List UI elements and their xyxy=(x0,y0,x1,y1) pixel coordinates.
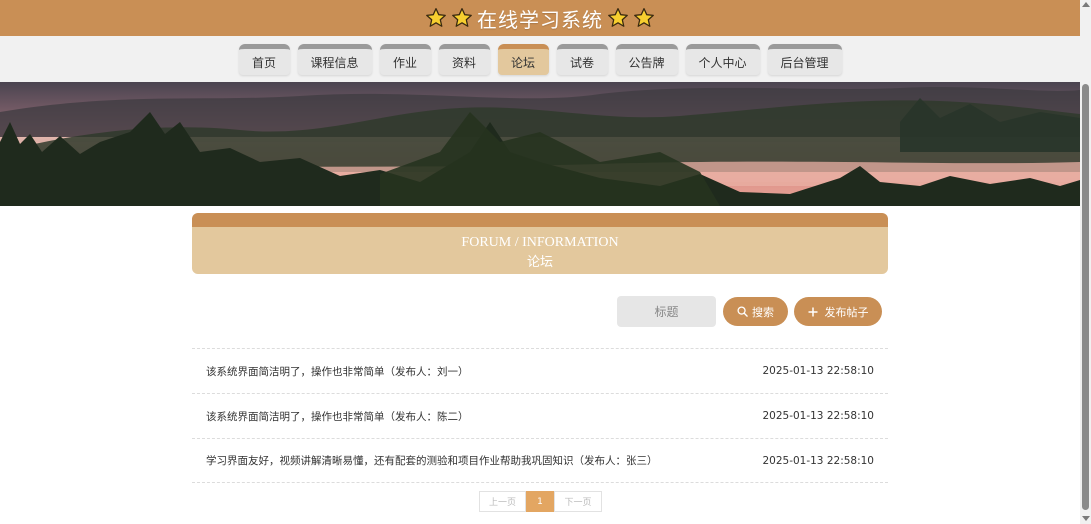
section-header: FORUM / INFORMATION 论坛 xyxy=(192,213,888,274)
plus-icon xyxy=(808,307,817,316)
app-header: 在线学习系统 xyxy=(0,0,1080,36)
nav-item-courses[interactable]: 课程信息 xyxy=(297,44,372,75)
main-nav: 首页 课程信息 作业 资料 论坛 试卷 公告牌 个人中心 后台管理 xyxy=(0,36,1080,82)
section-title-zh: 论坛 xyxy=(526,254,553,269)
star-icon xyxy=(608,8,628,27)
list-item[interactable]: 该系统界面简洁明了，操作也非常简单（发布人：刘一） 2025-01-13 22:… xyxy=(192,348,888,393)
page-number-button[interactable]: 1 xyxy=(526,491,554,512)
search-icon xyxy=(737,306,748,317)
nav-item-materials[interactable]: 资料 xyxy=(438,44,490,75)
nav-item-forum[interactable]: 论坛 xyxy=(497,44,549,75)
search-title-input[interactable] xyxy=(617,296,716,327)
banner-image xyxy=(0,82,1080,206)
list-item[interactable]: 学习界面友好，视频讲解清晰易懂，还有配套的测验和项目作业帮助我巩固知识（发布人：… xyxy=(192,438,888,483)
post-date: 2025-01-13 22:58:10 xyxy=(762,454,874,467)
section-title-en: FORUM / INFORMATION xyxy=(461,235,619,250)
star-icon xyxy=(426,8,446,27)
page-scrollbar[interactable] xyxy=(1080,0,1091,524)
list-item[interactable]: 该系统界面简洁明了，操作也非常简单（发布人：陈二） 2025-01-13 22:… xyxy=(192,393,888,438)
scroll-thumb[interactable] xyxy=(1082,84,1089,510)
nav-item-home[interactable]: 首页 xyxy=(238,44,290,75)
nav-item-homework[interactable]: 作业 xyxy=(379,44,431,75)
pagination: 上一页 1 下一页 xyxy=(479,491,602,512)
search-button[interactable]: 搜索 xyxy=(723,297,788,326)
scroll-up-arrow-icon[interactable] xyxy=(1082,2,1090,7)
nav-item-notice-board[interactable]: 公告牌 xyxy=(615,44,678,75)
next-page-button[interactable]: 下一页 xyxy=(554,491,602,512)
app-title: 在线学习系统 xyxy=(477,7,603,32)
prev-page-button[interactable]: 上一页 xyxy=(479,491,526,512)
post-title[interactable]: 学习界面友好，视频讲解清晰易懂，还有配套的测验和项目作业帮助我巩固知识（发布人：… xyxy=(206,453,658,468)
nav-item-exams[interactable]: 试卷 xyxy=(556,44,608,75)
post-date: 2025-01-13 22:58:10 xyxy=(762,410,874,422)
nav-item-admin[interactable]: 后台管理 xyxy=(767,44,842,75)
scroll-down-arrow-icon[interactable] xyxy=(1082,516,1090,521)
star-icon xyxy=(634,8,654,27)
publish-post-label: 发布帖子 xyxy=(824,305,869,319)
search-button-label: 搜索 xyxy=(752,305,774,319)
post-title[interactable]: 该系统界面简洁明了，操作也非常简单（发布人：陈二） xyxy=(206,409,469,424)
post-date: 2025-01-13 22:58:10 xyxy=(762,365,874,377)
star-icon xyxy=(452,8,472,27)
nav-item-profile[interactable]: 个人中心 xyxy=(685,44,760,75)
post-title[interactable]: 该系统界面简洁明了，操作也非常简单（发布人：刘一） xyxy=(206,364,469,379)
publish-post-button[interactable]: 发布帖子 xyxy=(794,297,882,326)
forum-post-list: 该系统界面简洁明了，操作也非常简单（发布人：刘一） 2025-01-13 22:… xyxy=(192,348,888,483)
